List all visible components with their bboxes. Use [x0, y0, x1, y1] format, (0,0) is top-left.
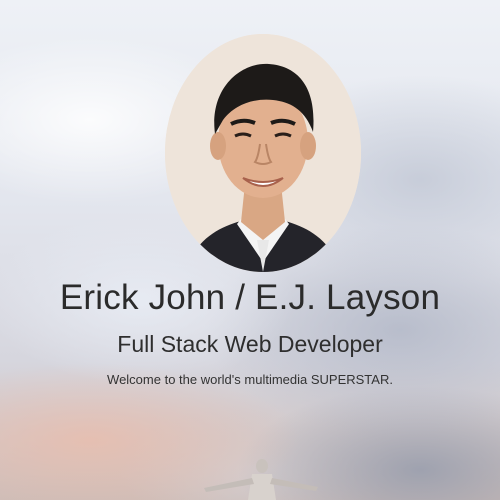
- profile-tagline: Welcome to the world's multimedia SUPERS…: [107, 372, 393, 387]
- profile-job-title: Full Stack Web Developer: [117, 331, 383, 357]
- profile-photo: [165, 34, 361, 272]
- hero-section: Erick John / E.J. Layson Full Stack Web …: [0, 0, 500, 500]
- profile-name: Erick John / E.J. Layson: [59, 278, 441, 317]
- statue-silhouette: [200, 458, 320, 500]
